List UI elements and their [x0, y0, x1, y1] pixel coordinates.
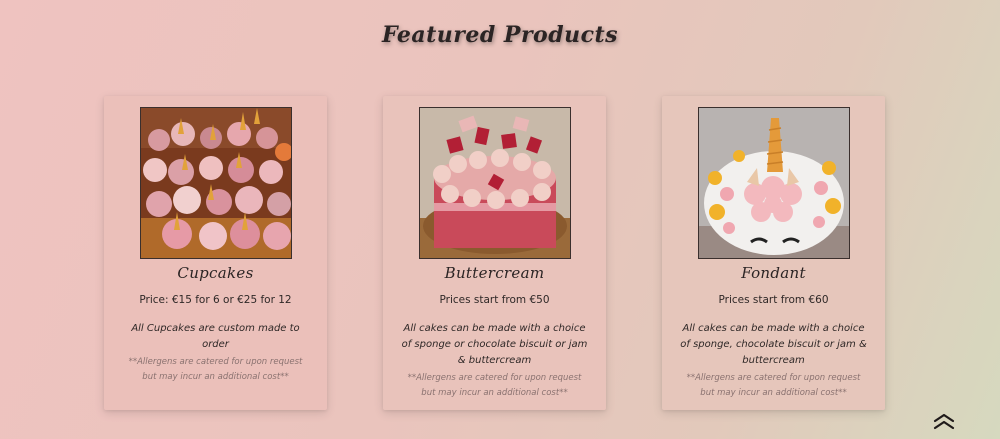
- description-text: All cakes can be made with a choice of s…: [680, 323, 867, 366]
- product-image-buttercream: [419, 107, 571, 259]
- allergen-note-line2: but may incur an additional cost**: [142, 372, 289, 382]
- description-text: All Cupcakes are custom made to order: [131, 323, 300, 350]
- product-description: All cakes can be made with a choice of s…: [680, 321, 867, 401]
- product-card-cupcakes: Cupcakes Price: €15 for 6 or €25 for 12 …: [104, 96, 327, 410]
- double-chevron-up-icon: [933, 413, 955, 430]
- scroll-to-top-button[interactable]: [932, 413, 956, 431]
- allergen-note: **Allergens are catered for upon request…: [680, 370, 867, 401]
- allergen-note-line1: **Allergens are catered for upon request: [686, 373, 861, 383]
- allergen-note: **Allergens are catered for upon request…: [401, 370, 588, 401]
- description-text: All cakes can be made with a choice of s…: [401, 323, 588, 366]
- page-title: Featured Products: [381, 22, 619, 48]
- allergen-note-line2: but may incur an additional cost**: [700, 388, 847, 398]
- product-price: Prices start from €50: [439, 294, 550, 306]
- product-title: Buttercream: [444, 264, 545, 282]
- product-price: Prices start from €60: [718, 294, 829, 306]
- product-price: Price: €15 for 6 or €25 for 12: [139, 294, 292, 306]
- product-image-cupcakes: [140, 107, 292, 259]
- allergen-note-line1: **Allergens are catered for upon request: [407, 373, 582, 383]
- allergen-note-line2: but may incur an additional cost**: [421, 388, 568, 398]
- product-title: Cupcakes: [177, 264, 254, 282]
- product-description: All Cupcakes are custom made to order **…: [122, 321, 309, 385]
- product-title: Fondant: [741, 264, 806, 282]
- product-image-fondant: [698, 107, 850, 259]
- allergen-note: **Allergens are catered for upon request…: [122, 354, 309, 385]
- product-description: All cakes can be made with a choice of s…: [401, 321, 588, 401]
- allergen-note-line1: **Allergens are catered for upon request: [128, 357, 303, 367]
- product-card-buttercream: Buttercream Prices start from €50 All ca…: [383, 96, 606, 410]
- product-card-fondant: Fondant Prices start from €60 All cakes …: [662, 96, 885, 410]
